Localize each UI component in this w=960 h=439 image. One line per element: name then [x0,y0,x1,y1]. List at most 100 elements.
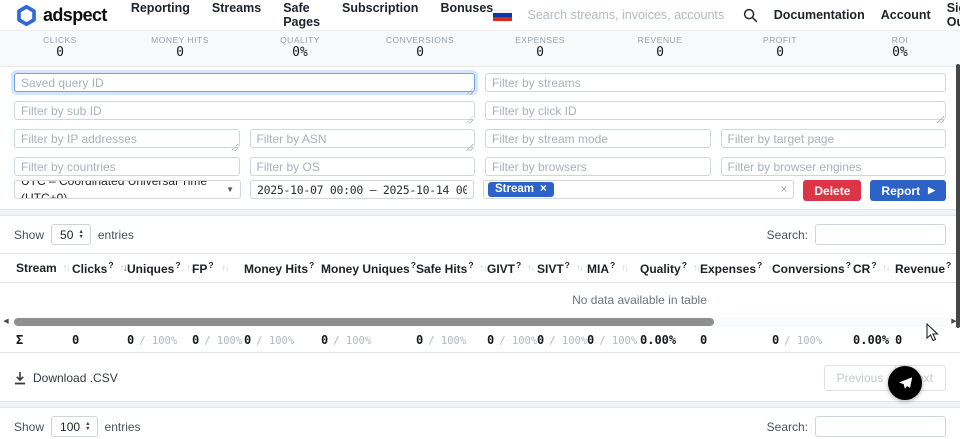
nav-item-bonuses[interactable]: Bonuses [440,1,493,29]
clear-icon[interactable]: × [780,181,787,198]
download-csv-link[interactable]: Download .CSV [14,371,118,385]
filter-countries-input[interactable] [14,157,240,176]
col-money-uniques[interactable]: Money Uniques? [313,254,408,282]
nav-item-safe-pages[interactable]: Safe Pages [283,1,320,29]
col-fp[interactable]: FP? [184,254,236,282]
totals-section: Σ 0 0/ 100% 0/ 100% 0/ 100% 0/ 100% 0/ 1… [0,327,960,353]
filter-os-input[interactable] [250,157,476,176]
group-tag-stream[interactable]: Stream × [488,182,554,198]
stat-value: 0 [480,45,600,60]
col-label: Revenue? [895,260,951,276]
help-marker: ? [108,260,113,270]
filter-sub-id-input[interactable] [14,101,475,120]
russia-flag-icon[interactable] [493,9,511,22]
stat-value: 0% [840,45,960,60]
filter-browser-engines-input[interactable] [721,157,947,176]
col-uniques[interactable]: Uniques? [119,254,184,282]
entries-label: entries [105,420,141,434]
stat-label: REVENUE [600,35,720,45]
date-range-input[interactable] [250,180,474,199]
table1-footer: Download .CSV Previous Next [0,353,960,401]
stat-value: 0 [120,45,240,60]
stat-label: QUALITY [240,35,360,45]
nav-item-streams[interactable]: Streams [212,1,261,29]
total-ratio: / 100% [333,335,371,347]
col-givt[interactable]: GIVT? [479,254,529,282]
nav-item-account[interactable]: Account [881,8,931,22]
stat-profit: PROFIT 0 [720,31,840,66]
delete-button[interactable]: Delete [803,180,861,201]
show-label: Show [14,420,44,434]
filter-streams-input[interactable] [485,73,946,92]
col-mia[interactable]: MIA? [579,254,632,282]
nav-item-subscription[interactable]: Subscription [342,1,418,29]
col-safe-hits[interactable]: Safe Hits? [408,254,479,282]
group-by-input[interactable]: Stream × × [483,180,794,199]
col-quality[interactable]: Quality? [632,254,692,282]
sort-icon [222,263,229,274]
col-money-hits[interactable]: Money Hits? [236,254,313,282]
help-marker: ? [516,260,521,270]
col-label: CR? [853,260,877,276]
total-value: 0 [537,333,544,347]
table2-page-size-select[interactable]: 100 [51,416,97,437]
filter-browsers-input[interactable] [485,157,711,176]
adspect-logo[interactable]: adspect [16,5,107,26]
col-label: MIA? [587,260,615,276]
stat-label: CLICKS [0,35,120,45]
filter-asn-input[interactable] [250,129,476,148]
report-button[interactable]: Report ▶ [870,180,946,201]
total-value: 0.00% [640,333,676,347]
col-label: SIVT? [537,260,570,276]
global-search-input[interactable] [528,8,727,22]
filter-panel: UTC – Coordinated Universal Time (UTC+0)… [0,67,960,209]
total-value: 0 [772,333,779,347]
col-clicks[interactable]: Clicks? [64,254,119,282]
col-sivt[interactable]: SIVT? [529,254,579,282]
tag-remove-icon[interactable]: × [540,184,547,196]
col-label: FP? [192,260,214,276]
col-expenses[interactable]: Expenses? [692,254,764,282]
col-revenue[interactable]: Revenue? [887,254,957,282]
nav-item-documentation[interactable]: Documentation [774,8,865,22]
scrollbar-thumb[interactable] [14,318,714,326]
filter-target-page-input[interactable] [721,129,947,148]
table1-search-input[interactable] [815,224,946,245]
timezone-select[interactable]: UTC – Coordinated Universal Time (UTC+0)… [14,180,241,199]
main-nav: Reporting Streams Safe Pages Subscriptio… [131,1,493,29]
sort-icon [621,263,628,274]
table1-page-size-select[interactable]: 50 [51,224,91,245]
entries-label: entries [98,228,134,242]
scrollbar-track[interactable] [10,317,950,327]
total-value: 0 [192,333,199,347]
pagination: Previous Next [824,365,946,391]
col-cr[interactable]: CR? [845,254,887,282]
table2-search-input[interactable] [815,416,946,437]
search-button[interactable] [743,8,758,23]
total-value: 0 [127,333,134,347]
help-marker: ? [610,260,615,270]
scroll-left-arrow[interactable]: ◀ [2,316,10,327]
saved-query-id-input[interactable] [14,73,475,92]
col-stream[interactable]: Stream [8,254,64,282]
col-conversions[interactable]: Conversions? [764,254,845,282]
stat-value: 0 [0,45,120,60]
help-marker: ? [871,260,876,270]
filter-click-id-input[interactable] [485,101,946,120]
telegram-button[interactable] [888,366,922,400]
col-label: Expenses? [700,260,762,276]
filter-stream-mode-input[interactable] [485,129,711,148]
stat-expenses: EXPENSES 0 [480,31,600,66]
horizontal-scrollbar[interactable]: ◀ ▶ [0,316,960,327]
nav-item-sign-out[interactable]: Sign Out [947,1,960,29]
nav-item-reporting[interactable]: Reporting [131,1,190,29]
timezone-value: UTC – Coordinated Universal Time (UTC+0) [21,180,226,199]
vertical-scrollbar[interactable] [956,64,960,328]
stat-value: 0 [720,45,840,60]
page-size-value: 50 [60,228,73,242]
filter-ip-input[interactable] [14,129,240,148]
total-value: 0 [321,333,328,347]
previous-button[interactable]: Previous [824,365,897,391]
stat-conversions: CONVERSIONS 0 [360,31,480,66]
stat-clicks: CLICKS 0 [0,31,120,66]
